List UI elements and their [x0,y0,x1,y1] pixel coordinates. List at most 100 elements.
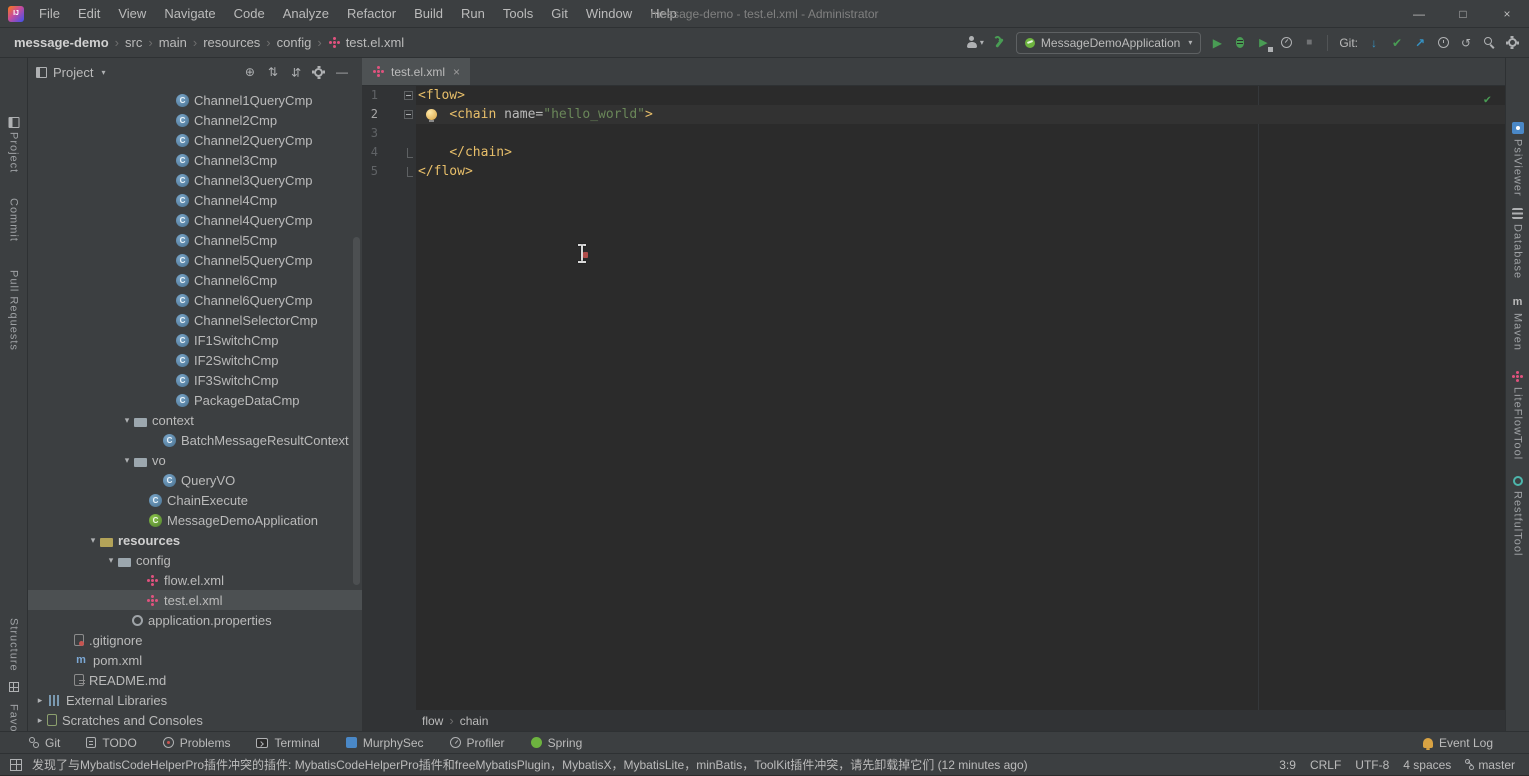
settings-button[interactable] [1505,34,1519,52]
tree-item-packagedatacmp[interactable]: CPackageDataCmp [28,390,362,410]
tree-expanded-arrow-icon[interactable]: ▾ [104,555,118,566]
toolwindow-button-psiviewer[interactable]: PsiViewer [1506,122,1529,197]
git-commit-button[interactable]: ✔ [1390,34,1404,52]
code-line-4[interactable]: 4 </chain> [362,143,1505,162]
menu-run[interactable]: Run [452,0,494,27]
editor-breadcrumb-flow[interactable]: flow [420,714,445,728]
tree-item-if3switchcmp[interactable]: CIF3SwitchCmp [28,370,362,390]
toolwindow-button-structure[interactable]: Structure [0,618,27,672]
user-account-button[interactable]: ▾ [966,34,984,52]
toolwindow-button-liteflowtool[interactable]: LiteFlowTool [1506,370,1529,460]
toolwindow-button-problems[interactable]: Problems [163,736,231,750]
panel-settings-gear-icon[interactable] [314,68,323,77]
tree-item-channel3cmp[interactable]: CChannel3Cmp [28,150,362,170]
menu-refactor[interactable]: Refactor [338,0,405,27]
tree-item-channel5querycmp[interactable]: CChannel5QueryCmp [28,250,362,270]
tree-item-pom-xml[interactable]: mpom.xml [28,650,362,670]
tree-item-channel5cmp[interactable]: CChannel5Cmp [28,230,362,250]
git-rollback-button[interactable]: ↺ [1459,34,1473,52]
intention-bulb-icon[interactable] [426,109,437,120]
grid-icon[interactable] [9,682,19,692]
file-encoding[interactable]: UTF-8 [1355,758,1389,772]
breadcrumb-item-config[interactable]: config [275,35,314,50]
editor-breadcrumb-chain[interactable]: chain [458,714,491,728]
tree-item-channel4querycmp[interactable]: CChannel4QueryCmp [28,210,362,230]
git-history-button[interactable] [1436,34,1450,52]
breadcrumb-item-test-el-xml[interactable]: test.el.xml [326,35,407,50]
menu-view[interactable]: View [109,0,155,27]
tree-item-resources[interactable]: ▾resources [28,530,362,550]
menu-git[interactable]: Git [542,0,577,27]
code-line-3[interactable]: 3 [362,124,1505,143]
quick-fix-button[interactable] [993,34,1007,52]
tree-item-scratches-and-consoles[interactable]: ▸Scratches and Consoles [28,710,362,730]
tree-item-test-el-xml[interactable]: test.el.xml [28,590,362,610]
tree-item-config[interactable]: ▾config [28,550,362,570]
git-branch-widget[interactable]: master [1465,758,1515,772]
toolwindow-button-todo[interactable]: TODO [86,736,136,750]
tree-item-channel2querycmp[interactable]: CChannel2QueryCmp [28,130,362,150]
toolwindow-button-spring[interactable]: Spring [531,736,583,750]
code-line-5[interactable]: 5</flow> [362,162,1505,181]
fold-collapse-icon[interactable] [404,91,413,100]
fold-collapse-icon[interactable] [404,110,413,119]
git-update-button[interactable]: ↓ [1367,34,1381,52]
status-message[interactable]: 发现了与MybatisCodeHelperPro插件冲突的插件: Mybatis… [32,756,1269,773]
toolwindow-button-terminal[interactable]: Terminal [256,736,319,750]
menu-navigate[interactable]: Navigate [155,0,224,27]
tree-item-flow-el-xml[interactable]: flow.el.xml [28,570,362,590]
project-panel-title[interactable]: Project [53,65,93,80]
tree-item-channelselectorcmp[interactable]: CChannelSelectorCmp [28,310,362,330]
debug-button[interactable] [1233,34,1247,52]
code-line-1[interactable]: 1<flow> [362,86,1505,105]
event-log-button[interactable]: Event Log [1423,736,1493,750]
tree-collapsed-arrow-icon[interactable]: ▸ [33,715,47,726]
maximize-button[interactable]: □ [1441,0,1485,28]
indent-config[interactable]: 4 spaces [1403,758,1451,772]
toolwindow-button-maven[interactable]: mMaven [1506,296,1529,351]
menu-tools[interactable]: Tools [494,0,542,27]
git-push-button[interactable]: ↗ [1413,34,1427,52]
tree-expanded-arrow-icon[interactable]: ▾ [120,415,134,426]
tree-item-channel6querycmp[interactable]: CChannel6QueryCmp [28,290,362,310]
tree-item-if1switchcmp[interactable]: CIF1SwitchCmp [28,330,362,350]
menu-analyze[interactable]: Analyze [274,0,338,27]
toolwindow-button-pull-requests[interactable]: Pull Requests [0,270,27,351]
toolwindow-button-git[interactable]: Git [28,736,60,750]
minimize-button[interactable]: — [1397,0,1441,28]
toolwindow-button-murphysec[interactable]: MurphySec [346,736,424,750]
code-editor[interactable]: 1<flow>2 <chain name="hello_world">34 </… [362,86,1505,710]
run-configuration-selector[interactable]: MessageDemoApplication ▾ [1016,32,1201,54]
stop-button[interactable]: ■ [1302,34,1316,52]
run-with-coverage-button[interactable]: ▶ [1256,34,1270,52]
tree-item-gitignore[interactable]: .gitignore [28,630,362,650]
expand-all-icon[interactable]: ⇅ [268,66,278,78]
menu-file[interactable]: File [30,0,69,27]
tree-collapsed-arrow-icon[interactable]: ▸ [33,695,47,706]
toolwindow-button-restfultool[interactable]: RestfulTool [1506,476,1529,556]
caret-position[interactable]: 3:9 [1279,758,1296,772]
search-everywhere-button[interactable] [1482,34,1496,52]
tree-item-channel1querycmp[interactable]: CChannel1QueryCmp [28,90,362,110]
tree-item-external-libraries[interactable]: ▸External Libraries [28,690,362,710]
menu-code[interactable]: Code [225,0,274,27]
locate-file-icon[interactable]: ⊕ [245,66,255,78]
tree-item-if2switchcmp[interactable]: CIF2SwitchCmp [28,350,362,370]
menu-window[interactable]: Window [577,0,641,27]
breadcrumb-item-src[interactable]: src [123,35,144,50]
tree-scrollbar[interactable] [353,237,360,585]
toolwindow-button-project[interactable]: Project [0,132,27,173]
collapse-all-icon[interactable]: ⇅ [291,66,301,78]
tree-item-channel6cmp[interactable]: CChannel6Cmp [28,270,362,290]
tree-item-vo[interactable]: ▾vo [28,450,362,470]
tree-expanded-arrow-icon[interactable]: ▾ [86,535,100,546]
toolwindow-toggle-icon[interactable] [10,759,22,771]
menu-build[interactable]: Build [405,0,452,27]
profiler-button[interactable] [1279,34,1293,52]
tree-item-chainexecute[interactable]: CChainExecute [28,490,362,510]
tree-expanded-arrow-icon[interactable]: ▾ [120,455,134,466]
toolwindow-button-profiler[interactable]: Profiler [450,736,505,750]
breadcrumb-item-resources[interactable]: resources [201,35,262,50]
tree-item-queryvo[interactable]: CQueryVO [28,470,362,490]
breadcrumb-item-main[interactable]: main [157,35,189,50]
